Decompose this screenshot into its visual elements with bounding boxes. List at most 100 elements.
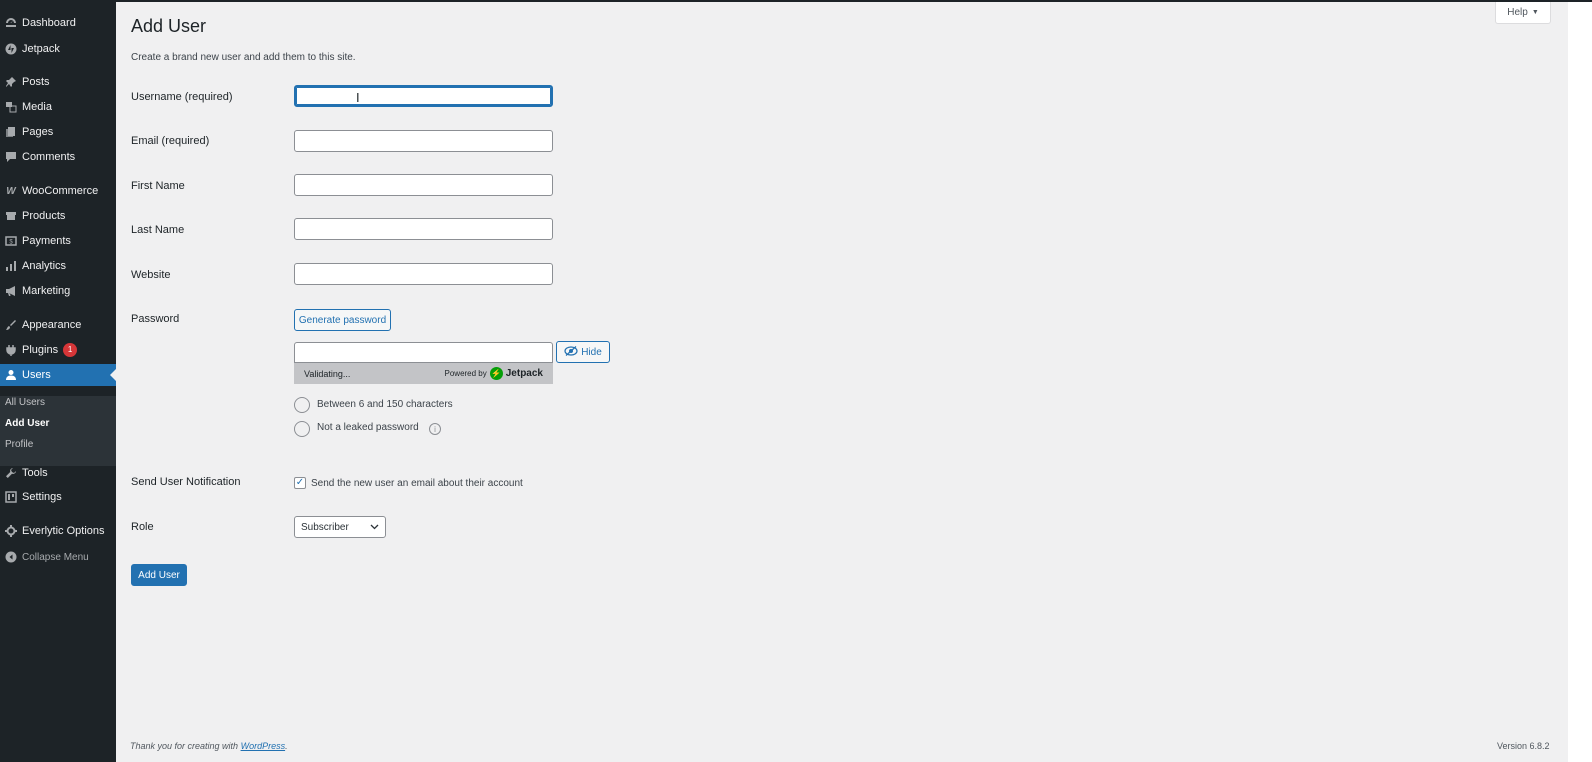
gear-icon [0, 525, 22, 537]
jetpack-icon [0, 43, 22, 55]
wordpress-link[interactable]: WordPress [241, 741, 286, 751]
wrench-icon [0, 467, 22, 479]
collapse-menu-button[interactable]: Collapse Menu [0, 546, 116, 568]
help-label: Help [1507, 7, 1528, 18]
sidebar-item-label: Settings [22, 491, 62, 503]
money-icon: $ [0, 235, 22, 247]
footer-thanks-text: Thank you for creating with [130, 741, 239, 751]
username-label: Username (required) [131, 91, 233, 103]
strength-status: Validating... [304, 368, 351, 379]
page-description: Create a brand new user and add them to … [131, 52, 356, 63]
website-label: Website [131, 269, 171, 281]
bar-chart-icon [0, 260, 22, 272]
email-field[interactable] [294, 130, 553, 152]
sidebar-item-label: Pages [22, 126, 54, 138]
help-tab-button[interactable]: Help ▼ [1495, 2, 1551, 24]
submenu-item-add-user[interactable]: Add User [5, 418, 49, 429]
add-user-submit-button[interactable]: Add User [131, 564, 187, 586]
sidebar-item-label: Tools [22, 467, 48, 479]
rule-length-label: Between 6 and 150 characters [317, 399, 453, 410]
info-icon[interactable]: i [429, 423, 441, 435]
settings-icon [0, 491, 22, 503]
website-field[interactable] [294, 263, 553, 285]
last-name-label: Last Name [131, 224, 185, 236]
admin-sidebar: Dashboard Jetpack Posts Media Pages Comm… [0, 0, 116, 762]
sidebar-item-pages[interactable]: Pages [0, 121, 116, 143]
rule-leaked-label: Not a leaked password [317, 422, 419, 433]
powered-by-label: Powered by [444, 369, 487, 378]
role-select[interactable]: Subscriber [294, 516, 386, 538]
jetpack-logo-icon: ⚡ [489, 367, 503, 380]
submenu-item-all-users[interactable]: All Users [5, 397, 45, 408]
collapse-icon [0, 551, 22, 563]
sidebar-item-label: Posts [22, 76, 50, 88]
sidebar-item-appearance[interactable]: Appearance [0, 314, 116, 336]
chevron-down-icon [370, 522, 379, 533]
sidebar-item-comments[interactable]: Comments [0, 146, 116, 168]
rule-leaked-indicator [294, 421, 310, 437]
page-title: Add User [131, 16, 207, 36]
paintbrush-icon [0, 319, 22, 331]
sidebar-item-label: Everlytic Options [22, 525, 105, 537]
sidebar-item-media[interactable]: Media [0, 96, 116, 118]
last-name-field[interactable] [294, 218, 553, 240]
first-name-label: First Name [131, 180, 185, 192]
sidebar-item-label: Products [22, 210, 66, 222]
sidebar-item-analytics[interactable]: Analytics [0, 255, 116, 277]
generate-password-button[interactable]: Generate password [294, 309, 391, 331]
sidebar-item-tools[interactable]: Tools [0, 462, 116, 484]
woo-icon: W [6, 185, 16, 197]
sidebar-item-label: Marketing [22, 285, 71, 297]
sidebar-item-plugins[interactable]: Plugins 1 [0, 339, 116, 361]
sidebar-item-label: Dashboard [22, 17, 76, 29]
first-name-field[interactable] [294, 174, 553, 196]
jetpack-brand: Jetpack [505, 368, 543, 379]
password-strength-meter: Validating... Powered by ⚡ Jetpack [294, 363, 553, 384]
submenu-item-profile[interactable]: Profile [5, 439, 33, 450]
footer-credit: Thank you for creating with WordPress. [130, 741, 288, 751]
username-field[interactable] [294, 85, 553, 107]
text-cursor-icon: I [356, 90, 360, 105]
hide-label: Hide [581, 346, 602, 358]
comment-icon [0, 151, 22, 163]
plug-icon [0, 344, 22, 356]
sidebar-item-settings[interactable]: Settings [0, 486, 116, 508]
media-icon [0, 101, 22, 113]
top-bar [116, 0, 1592, 2]
main-content: Help ▼ Add User Create a brand new user … [116, 0, 1568, 762]
sidebar-item-label: WooCommerce [22, 185, 99, 197]
powered-by-jetpack: Powered by ⚡ Jetpack [444, 367, 543, 380]
archive-icon [0, 210, 22, 222]
sidebar-item-marketing[interactable]: Marketing [0, 280, 116, 302]
hide-password-button[interactable]: Hide [556, 341, 610, 363]
sidebar-item-label: Jetpack [22, 43, 60, 55]
role-label: Role [131, 521, 154, 533]
version-text: Version 6.8.2 [1497, 741, 1550, 751]
password-field[interactable] [294, 342, 553, 363]
role-selected-value: Subscriber [301, 521, 349, 533]
sidebar-item-label: Users [22, 369, 51, 381]
rule-length-indicator [294, 397, 310, 413]
sidebar-item-dashboard[interactable]: Dashboard [0, 12, 116, 34]
send-notification-checkbox[interactable]: ✓ [294, 477, 306, 489]
sidebar-item-label: Media [22, 101, 52, 113]
sidebar-item-jetpack[interactable]: Jetpack [0, 38, 116, 60]
sidebar-item-label: Appearance [22, 319, 82, 331]
email-label: Email (required) [131, 135, 210, 147]
password-label: Password [131, 313, 180, 325]
send-notification-text: Send the new user an email about their a… [311, 478, 523, 489]
sidebar-item-woocommerce[interactable]: W WooCommerce [0, 180, 116, 202]
sidebar-item-label: Payments [22, 235, 71, 247]
sidebar-item-posts[interactable]: Posts [0, 71, 116, 93]
eye-slash-icon [564, 345, 578, 359]
notification-label: Send User Notification [131, 476, 241, 488]
pin-icon [0, 76, 22, 88]
sidebar-item-products[interactable]: Products [0, 205, 116, 227]
sidebar-item-label: Collapse Menu [22, 551, 89, 563]
sidebar-item-label: Analytics [22, 260, 67, 272]
sidebar-item-users[interactable]: Users [0, 364, 116, 386]
sidebar-item-payments[interactable]: $ Payments [0, 230, 116, 252]
sidebar-item-label: Comments [22, 151, 76, 163]
sidebar-item-everlytic-options[interactable]: Everlytic Options [0, 520, 116, 542]
users-submenu: All Users Add User Profile [0, 396, 116, 466]
